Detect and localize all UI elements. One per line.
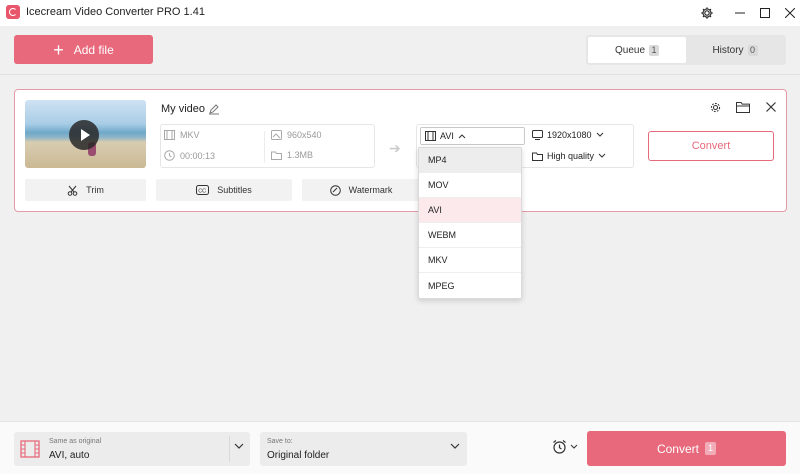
preset-value: AVI, auto [49, 450, 90, 461]
edit-pencil-icon[interactable] [208, 103, 220, 115]
format-option-mov[interactable]: MOV [419, 173, 521, 198]
format-option-mp4[interactable]: MP4 [419, 148, 521, 173]
clock-icon [164, 150, 175, 161]
item-settings-icon[interactable] [708, 100, 722, 114]
maximize-icon[interactable] [751, 0, 779, 26]
minimize-icon[interactable] [726, 0, 754, 26]
cc-icon: CC [196, 185, 210, 195]
folder-small-icon [271, 151, 282, 160]
format-select[interactable]: AVI [420, 127, 525, 145]
film-preset-icon [20, 440, 40, 458]
title-bar: Icecream Video Converter PRO 1.41 [0, 0, 800, 26]
preset-caption: Same as original [49, 438, 102, 445]
add-file-label: Add file [73, 42, 114, 57]
resolution-icon [271, 130, 282, 140]
folder-icon [532, 152, 543, 161]
format-option-mpeg[interactable]: MPEG [419, 273, 521, 298]
format-select-value: AVI [440, 131, 454, 141]
trim-label: Trim [86, 185, 104, 195]
video-thumbnail[interactable] [25, 100, 146, 168]
convert-all-label: Convert [656, 441, 699, 456]
source-format-label: MKV [180, 130, 200, 140]
chevron-down-icon [598, 153, 606, 158]
source-size: 1.3MB [271, 150, 313, 160]
source-resolution-label: 960x540 [287, 130, 322, 140]
window-close-icon[interactable] [776, 0, 800, 26]
film-icon [164, 130, 175, 140]
monitor-icon [532, 130, 543, 140]
scissors-icon [67, 185, 78, 196]
app-logo-icon [6, 5, 20, 19]
resolution-select-value: 1920x1080 [547, 130, 592, 140]
save-location-select[interactable]: Save to: Original folder [260, 432, 467, 466]
tab-history[interactable]: History 0 [686, 37, 784, 63]
item-convert-button[interactable]: Convert [648, 131, 774, 161]
source-resolution: 960x540 [271, 130, 322, 140]
resolution-select[interactable]: 1920x1080 [532, 130, 604, 140]
subtitles-label: Subtitles [217, 185, 252, 195]
queue-history-tabs: Queue 1 History 0 [586, 35, 786, 65]
settings-icon[interactable] [693, 0, 721, 26]
preset-select[interactable]: Same as original AVI, auto [14, 432, 250, 466]
open-folder-icon[interactable] [736, 100, 750, 114]
format-option-mkv[interactable]: MKV [419, 248, 521, 273]
source-duration-label: 00:00:13 [180, 150, 216, 161]
convert-count-badge: 1 [705, 442, 717, 455]
source-info-box: MKV 960x540 00:00:13 1.3MB [160, 124, 375, 168]
format-option-avi[interactable]: AVI [419, 198, 521, 223]
subtitles-button[interactable]: CC Subtitles [156, 179, 292, 201]
add-file-button[interactable]: + Add file [14, 35, 153, 64]
chevron-down-icon [234, 443, 244, 449]
schedule-button[interactable] [552, 439, 578, 454]
history-count-badge: 0 [747, 44, 758, 56]
arrow-right-icon: ➔ [389, 140, 401, 156]
tab-queue-label: Queue [614, 44, 646, 56]
chevron-down-icon [450, 443, 460, 449]
format-dropdown-menu: MP4 MOV AVI WEBM MKV MPEG [418, 147, 522, 299]
preset-separator [229, 436, 230, 462]
remove-item-icon[interactable] [764, 100, 778, 114]
source-format: MKV [164, 130, 200, 140]
tab-queue[interactable]: Queue 1 [588, 37, 686, 63]
convert-all-button[interactable]: Convert 1 [587, 431, 786, 466]
toolbar-divider [0, 74, 800, 75]
film-icon [425, 131, 436, 141]
play-icon[interactable] [69, 120, 99, 150]
save-value: Original folder [267, 450, 330, 461]
quality-select-value: High quality [547, 151, 595, 161]
video-name: My video [161, 103, 206, 115]
format-option-webm[interactable]: WEBM [419, 223, 521, 248]
watermark-button[interactable]: Watermark [302, 179, 420, 201]
quality-select[interactable]: High quality [532, 151, 606, 161]
app-title: Icecream Video Converter PRO 1.41 [26, 6, 205, 18]
watermark-icon [329, 184, 341, 196]
bottom-bar: Same as original AVI, auto Save to: Orig… [0, 421, 800, 474]
queue-count-badge: 1 [649, 44, 660, 56]
alarm-clock-icon [553, 440, 566, 454]
chevron-down-icon [596, 132, 603, 137]
tab-history-label: History [712, 44, 744, 56]
save-caption: Save to: [267, 438, 293, 445]
trim-button[interactable]: Trim [25, 179, 146, 201]
chevron-up-icon [458, 134, 466, 139]
meta-separator [264, 131, 265, 163]
chevron-down-icon [570, 444, 578, 449]
plus-icon: + [53, 39, 64, 60]
source-size-label: 1.3MB [287, 150, 314, 160]
video-item-card: My video MKV 960x540 00:00:13 1.3MB ➔ AV… [14, 89, 787, 212]
svg-text:CC: CC [198, 188, 206, 194]
source-duration: 00:00:13 [164, 150, 215, 161]
watermark-label: Watermark [348, 185, 393, 195]
